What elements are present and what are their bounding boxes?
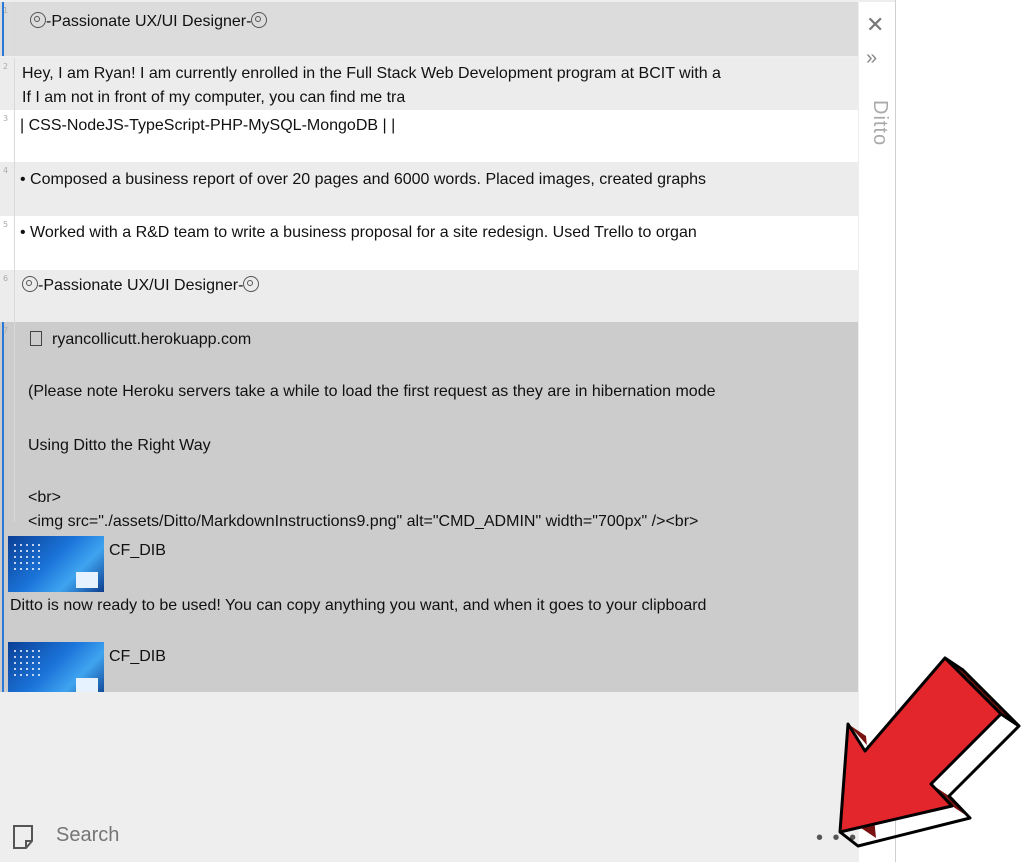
clip-format-label: CF_DIB — [109, 648, 166, 665]
selection-marker — [2, 2, 4, 56]
row-number: 2 — [3, 62, 9, 71]
row-gutter — [14, 216, 15, 270]
row-number: 4 — [3, 166, 9, 175]
list-item[interactable]: 2 Hey, I am Ryan! I am currently enrolle… — [0, 58, 858, 110]
expand-chevron-icon[interactable]: » — [866, 48, 877, 68]
list-item[interactable]: 6 -Passionate UX/UI Designer- — [0, 270, 858, 322]
gear-icon — [22, 276, 38, 292]
row-gutter — [14, 2, 15, 56]
clip-format-label: CF_DIB — [109, 542, 166, 559]
list-item[interactable]: 1 -Passionate UX/UI Designer- — [0, 2, 858, 56]
clipboard-image-thumbnail — [8, 642, 104, 692]
row-text: -Passionate UX/UI Designer- — [46, 13, 252, 30]
row-gutter — [14, 322, 15, 522]
search-input[interactable] — [56, 824, 756, 847]
note-text: (Please note Heroku servers take a while… — [28, 383, 716, 400]
row-text: | CSS-NodeJS-TypeScript-PHP-MySQL-MongoD… — [20, 117, 396, 134]
selection-marker — [2, 322, 4, 692]
list-item[interactable]: 5 • Worked with a R&D team to write a bu… — [0, 216, 858, 270]
row-gutter — [14, 110, 15, 162]
row-text: • Worked with a R&D team to write a busi… — [20, 224, 697, 241]
clip-text: Ditto is now ready to be used! You can c… — [10, 597, 707, 614]
row-number: 3 — [3, 114, 9, 123]
close-icon[interactable]: ✕ — [866, 14, 884, 36]
row-text-line2: If I am not in front of my computer, you… — [22, 89, 406, 106]
gear-icon — [30, 12, 46, 28]
row-number: 6 — [3, 274, 9, 283]
link-text: ryancollicutt.herokuapp.com — [52, 331, 252, 348]
gear-icon — [243, 276, 260, 292]
br-text: <br> — [28, 489, 61, 506]
list-item-selected[interactable]: 7 ryancollicutt.herokuapp.com (Please no… — [0, 322, 858, 692]
ditto-window: 1 -Passionate UX/UI Designer- 2 Hey, I a… — [0, 0, 896, 862]
search-icon[interactable] — [12, 823, 34, 851]
row-gutter — [14, 270, 15, 322]
row-number: 5 — [3, 220, 9, 229]
clip-list[interactable]: 1 -Passionate UX/UI Designer- 2 Hey, I a… — [0, 2, 858, 692]
list-item[interactable]: 4 • Composed a business report of over 2… — [0, 162, 858, 216]
row-text: -Passionate UX/UI Designer- — [38, 277, 244, 294]
gear-icon — [251, 12, 268, 28]
row-gutter — [14, 58, 15, 110]
row-gutter — [14, 162, 15, 216]
list-item[interactable]: 3 | CSS-NodeJS-TypeScript-PHP-MySQL-Mong… — [0, 110, 858, 162]
document-icon — [30, 331, 42, 346]
red-arrow-annotation — [838, 656, 1021, 848]
img-tag-text: <img src="./assets/Ditto/MarkdownInstruc… — [28, 513, 699, 530]
row-text: • Composed a business report of over 20 … — [20, 171, 707, 188]
clipboard-image-thumbnail — [8, 536, 104, 592]
row-text-line1: Hey, I am Ryan! I am currently enrolled … — [22, 65, 721, 82]
heading-text: Using Ditto the Right Way — [28, 437, 211, 454]
app-name: Ditto — [869, 100, 891, 147]
